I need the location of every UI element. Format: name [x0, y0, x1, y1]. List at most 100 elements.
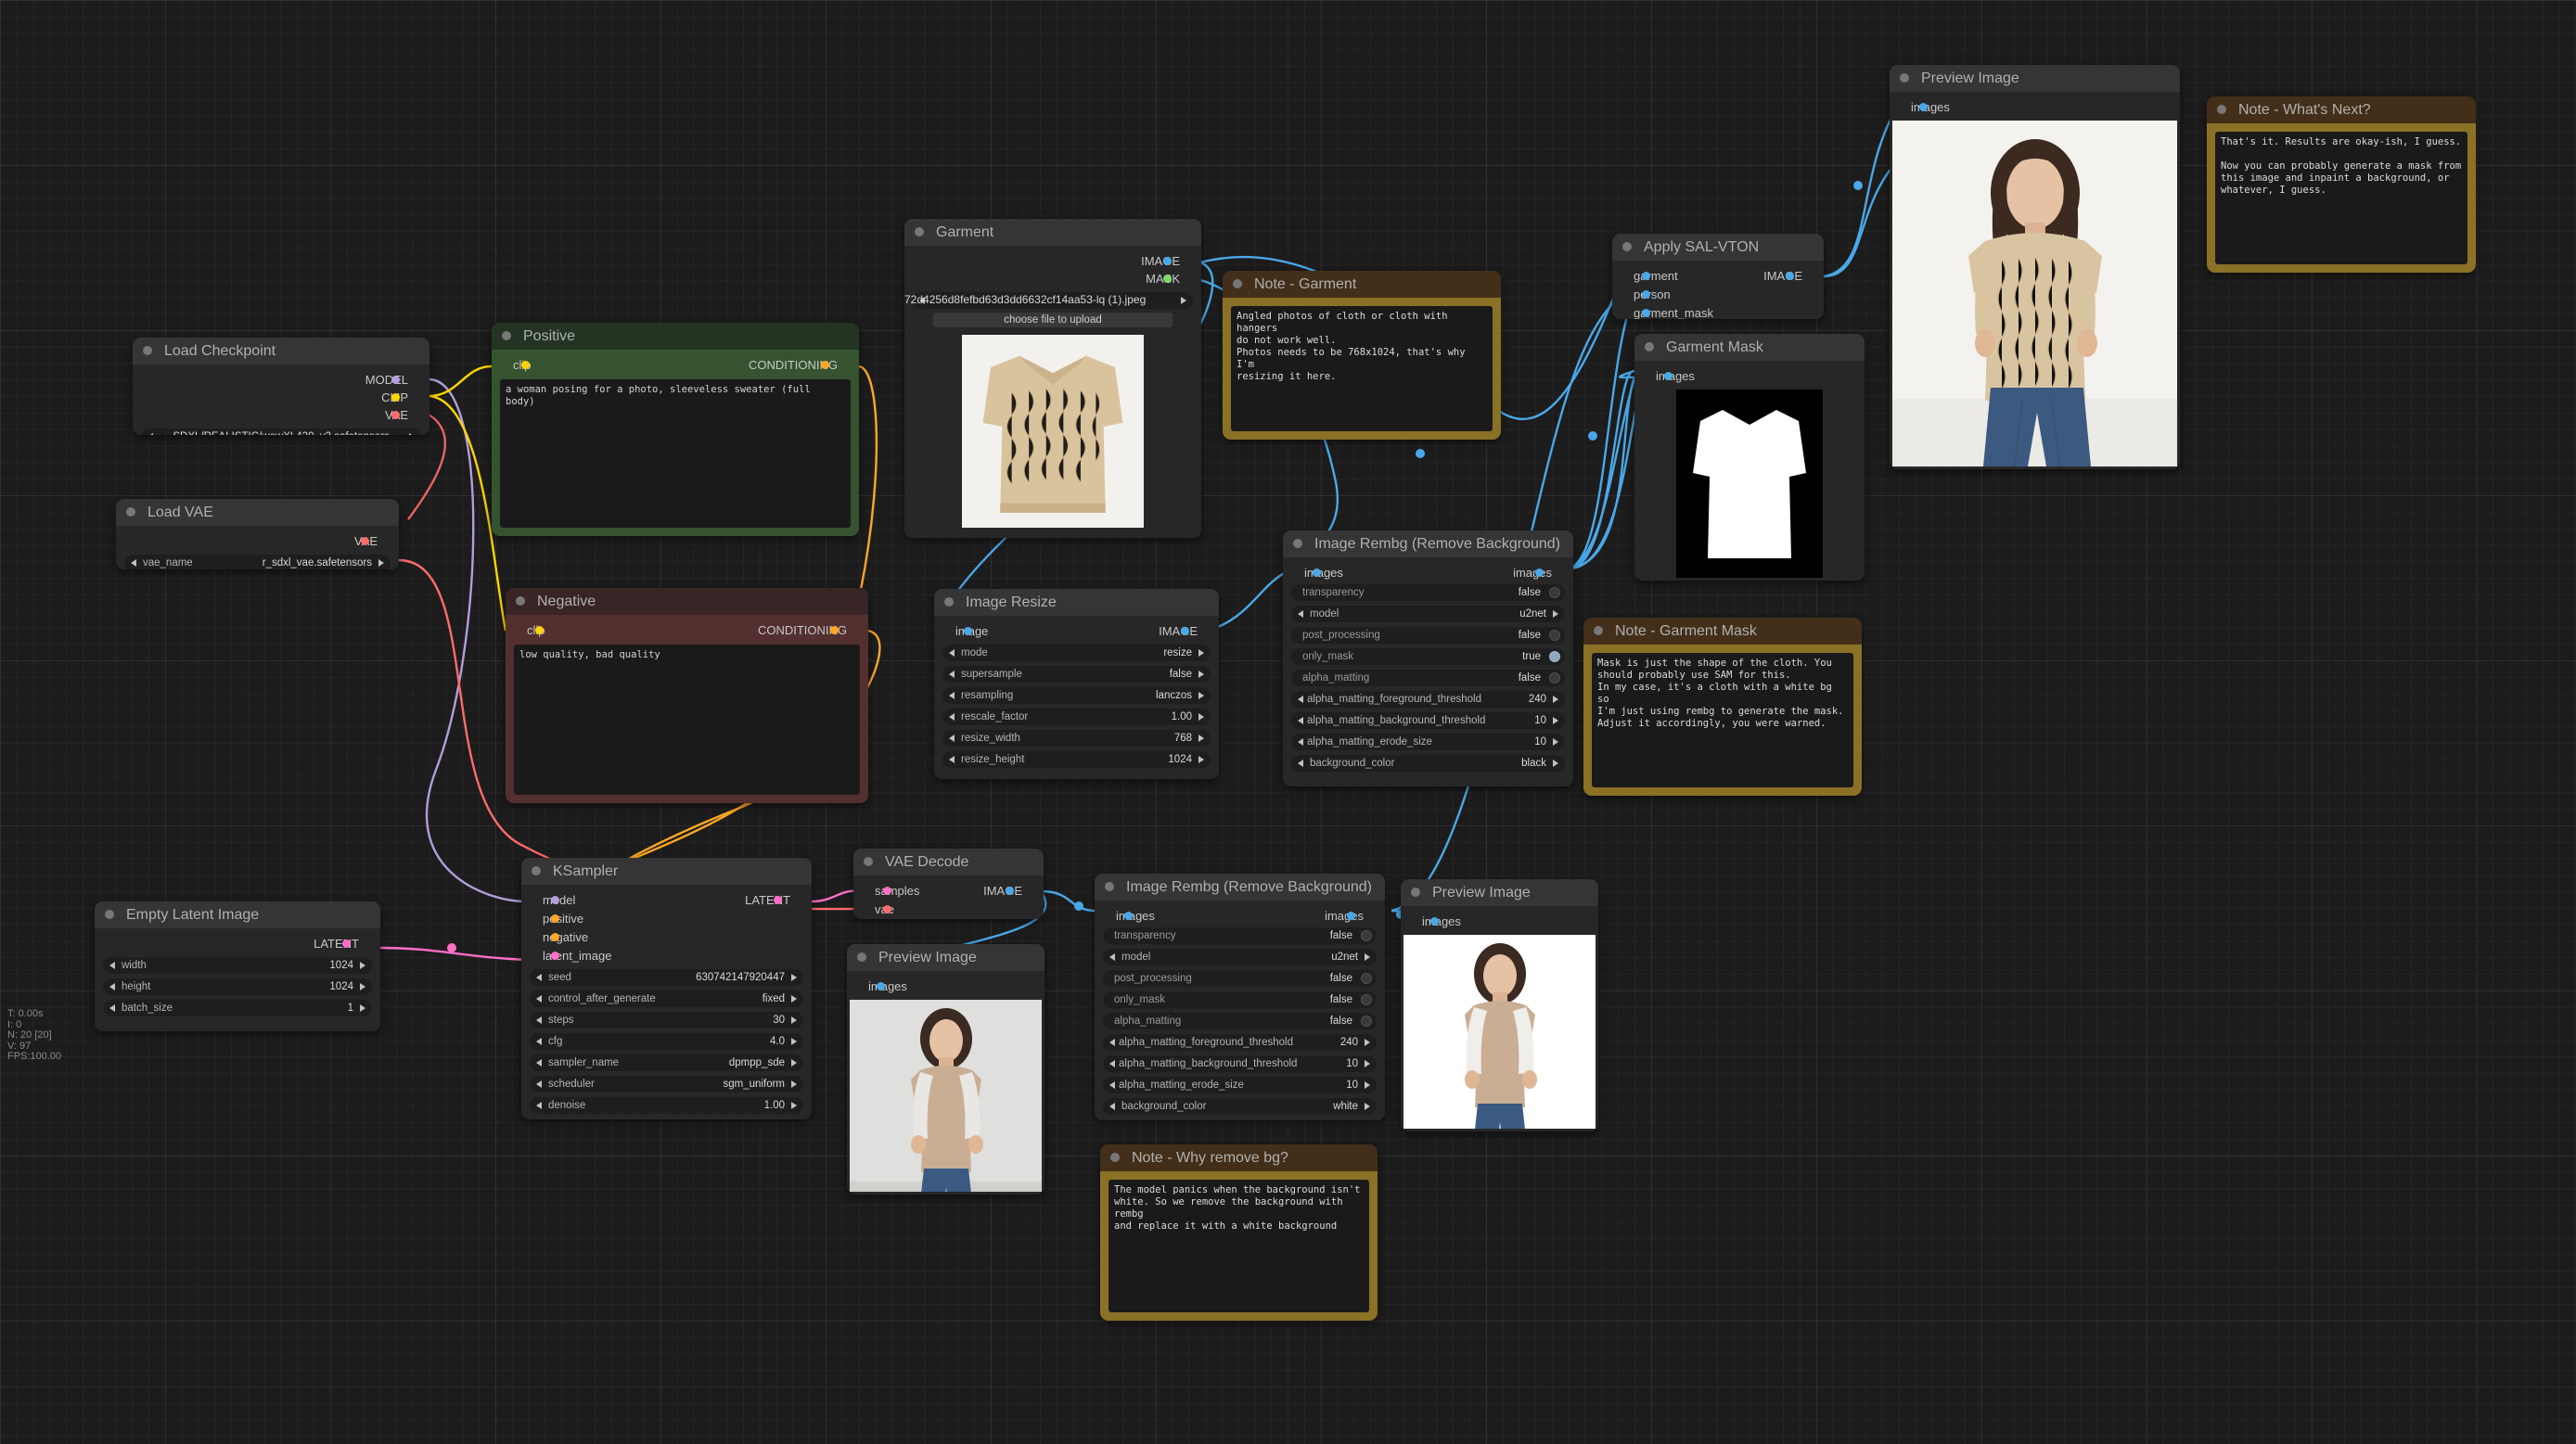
chevron-right-icon[interactable]: [1365, 1081, 1370, 1089]
pin-positive[interactable]: [551, 914, 559, 923]
output-slot-conditioning[interactable]: CONDITIONING: [758, 623, 847, 638]
negative-prompt-textarea[interactable]: low quality, bad quality: [514, 645, 860, 795]
chevron-right-icon[interactable]: [1181, 297, 1186, 304]
chevron-left-icon[interactable]: [1109, 1060, 1115, 1067]
widget-background-color[interactable]: background_colorwhite: [1103, 1098, 1377, 1115]
note-garment-text[interactable]: Angled photos of cloth or cloth with han…: [1231, 306, 1493, 431]
input-slot-images[interactable]: images: [1422, 914, 1461, 929]
pin-person[interactable]: [1642, 290, 1650, 299]
chevron-right-icon[interactable]: [1365, 1103, 1370, 1110]
widget-background-color[interactable]: background_colorblack: [1291, 755, 1565, 772]
pin-clip[interactable]: [391, 393, 400, 402]
chevron-right-icon[interactable]: [1198, 713, 1204, 721]
chevron-right-icon[interactable]: [378, 559, 384, 567]
chevron-right-icon[interactable]: [1553, 696, 1558, 703]
pin-images-in[interactable]: [1124, 912, 1133, 920]
chevron-right-icon[interactable]: [1365, 953, 1370, 961]
pin-latent-image[interactable]: [551, 952, 559, 960]
input-slot-samples[interactable]: samples: [875, 884, 919, 899]
note-whats-next[interactable]: Note - What's Next? That's it. Results a…: [2207, 96, 2476, 273]
widget-denoise[interactable]: denoise1.00: [530, 1097, 803, 1114]
chevron-right-icon[interactable]: [791, 1038, 797, 1045]
chevron-left-icon[interactable]: [949, 756, 955, 763]
widget-alpha-matting-foreground-threshold[interactable]: alpha_matting_foreground_threshold240: [1291, 691, 1565, 708]
chevron-right-icon[interactable]: [1553, 717, 1558, 724]
widget-alpha-matting[interactable]: alpha_mattingfalse: [1291, 670, 1565, 686]
widget-transparency[interactable]: transparencyfalse: [1291, 584, 1565, 601]
widget-batch-size[interactable]: batch_size1: [103, 1000, 372, 1016]
node-load-vae[interactable]: Load VAE VAE vae_name r_sdxl_vae.safeten…: [116, 499, 399, 569]
collapse-dot[interactable]: [516, 596, 525, 606]
widget-only-mask[interactable]: only_maskfalse: [1103, 991, 1377, 1008]
collapse-dot[interactable]: [2217, 105, 2226, 114]
widget-alpha-matting-background-threshold[interactable]: alpha_matting_background_threshold10: [1291, 712, 1565, 729]
node-garment-load-image[interactable]: Garment IMAGE MASK main-qimg-72d4256d8fe…: [904, 219, 1201, 538]
output-slot-images[interactable]: images: [1325, 909, 1364, 924]
output-slot-latent[interactable]: LATENT: [745, 893, 790, 908]
chevron-left-icon[interactable]: [536, 1102, 542, 1109]
chevron-right-icon[interactable]: [1553, 738, 1558, 746]
output-slot-vae[interactable]: VAE: [354, 534, 378, 549]
collapse-dot[interactable]: [532, 866, 541, 875]
widget-height[interactable]: height1024: [103, 978, 372, 995]
chevron-left-icon[interactable]: [536, 1038, 542, 1045]
result-image-preview[interactable]: [1892, 121, 2177, 466]
chevron-left-icon[interactable]: [536, 974, 542, 981]
widget-only-mask[interactable]: only_masktrue: [1291, 648, 1565, 665]
input-slot-images[interactable]: images: [868, 979, 907, 994]
pin-images-in[interactable]: [1313, 569, 1321, 577]
input-slot-positive[interactable]: positive: [543, 912, 583, 926]
chevron-right-icon[interactable]: [791, 1102, 797, 1109]
widget-post-processing[interactable]: post_processingfalse: [1291, 627, 1565, 644]
chevron-left-icon[interactable]: [949, 692, 955, 699]
collapse-dot[interactable]: [915, 227, 924, 236]
collapse-dot[interactable]: [105, 910, 114, 919]
input-slot-garment-mask[interactable]: garment_mask: [1634, 306, 1713, 319]
node-garment-mask-preview[interactable]: Garment Mask images: [1634, 334, 1865, 581]
note-garment-mask[interactable]: Note - Garment Mask Mask is just the sha…: [1583, 618, 1862, 796]
pin-image[interactable]: [1786, 272, 1794, 280]
pin-vae[interactable]: [361, 537, 369, 545]
chevron-right-icon[interactable]: [360, 962, 365, 969]
chevron-left-icon[interactable]: [536, 1080, 542, 1088]
input-slot-clip[interactable]: clip: [527, 623, 545, 638]
chevron-left-icon[interactable]: [1109, 1103, 1115, 1110]
node-image-resize[interactable]: Image Resize image IMAGE moderesize supe…: [934, 589, 1219, 779]
pin-clip[interactable]: [521, 361, 530, 369]
chevron-left-icon[interactable]: [1109, 1081, 1115, 1089]
output-slot-latent[interactable]: LATENT: [314, 937, 359, 952]
widget-scheduler[interactable]: schedulersgm_uniform: [530, 1076, 803, 1093]
chevron-left-icon[interactable]: [109, 983, 115, 990]
input-slot-images[interactable]: images: [1911, 100, 1950, 115]
collapse-dot[interactable]: [1622, 242, 1632, 251]
node-apply-sal-vton[interactable]: Apply SAL-VTON garment person garment_ma…: [1612, 234, 1824, 319]
pin-image[interactable]: [1181, 627, 1189, 635]
collapse-dot[interactable]: [1594, 626, 1603, 635]
note-why-remove-bg-text[interactable]: The model panics when the background isn…: [1109, 1180, 1369, 1312]
chevron-right-icon[interactable]: [1198, 649, 1204, 657]
chevron-right-icon[interactable]: [360, 983, 365, 990]
node-negative-prompt[interactable]: Negative clip CONDITIONING low quality, …: [506, 588, 868, 803]
widget-supersample[interactable]: supersamplefalse: [942, 666, 1211, 683]
widget-alpha-matting-erode-size[interactable]: alpha_matting_erode_size10: [1103, 1077, 1377, 1093]
pin-conditioning[interactable]: [821, 361, 829, 369]
collapse-dot[interactable]: [1233, 279, 1242, 288]
chevron-right-icon[interactable]: [791, 1016, 797, 1024]
pin-latent[interactable]: [774, 896, 782, 904]
chevron-right-icon[interactable]: [1198, 692, 1204, 699]
chevron-right-icon[interactable]: [1198, 735, 1204, 742]
pin-mask[interactable]: [1163, 275, 1172, 283]
chevron-right-icon[interactable]: [1365, 1060, 1370, 1067]
chevron-left-icon[interactable]: [949, 671, 955, 678]
node-load-checkpoint[interactable]: Load Checkpoint MODEL CLIP VAE SDXL/REAL…: [133, 338, 429, 435]
pin-latent[interactable]: [342, 939, 351, 948]
widget-alpha-matting-erode-size[interactable]: alpha_matting_erode_size10: [1291, 734, 1565, 750]
pin-clip[interactable]: [535, 626, 544, 634]
widget-resize-width[interactable]: resize_width768: [942, 730, 1211, 747]
output-slot-image[interactable]: IMAGE: [1763, 269, 1802, 284]
output-slot-image[interactable]: IMAGE: [983, 884, 1022, 899]
toggle-knob[interactable]: [1549, 587, 1560, 598]
collapse-dot[interactable]: [864, 857, 873, 866]
collapse-dot[interactable]: [857, 952, 866, 962]
pin-images[interactable]: [1430, 917, 1439, 926]
